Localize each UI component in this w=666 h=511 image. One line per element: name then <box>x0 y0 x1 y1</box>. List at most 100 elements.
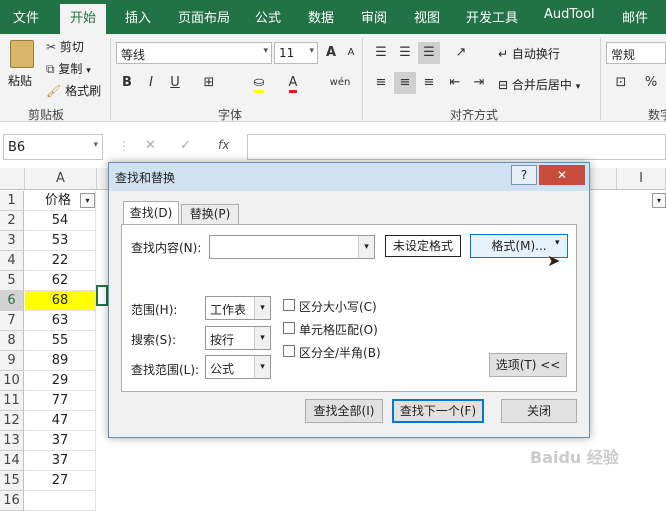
select-all-corner[interactable] <box>0 168 25 190</box>
format-dropdown-icon[interactable]: ▾ <box>555 238 560 248</box>
tab-developer[interactable]: 开发工具 <box>466 7 518 26</box>
table-cell[interactable]: 29 <box>25 371 96 391</box>
enter-icon[interactable]: ✓ <box>180 138 191 153</box>
table-cell[interactable]: 47 <box>25 411 96 431</box>
format-painter-button[interactable]: 🖌 格式刷 <box>46 82 101 99</box>
tab-insert[interactable]: 插入 <box>125 7 151 26</box>
options-button[interactable]: 选项(T) << <box>489 353 567 377</box>
row-header[interactable]: 6 <box>0 291 24 311</box>
match-case-label[interactable]: 区分大小写(C) <box>299 298 377 315</box>
phonetic-button[interactable]: wén <box>326 72 354 94</box>
row-header[interactable]: 2 <box>0 211 24 231</box>
table-cell[interactable]: 27 <box>25 471 96 491</box>
decrease-indent-button[interactable]: ⇤ <box>444 72 466 94</box>
font-name-combo[interactable]: 等线 ▾ <box>116 42 272 64</box>
table-cell[interactable]: 62 <box>25 271 96 291</box>
row-header[interactable]: 14 <box>0 451 24 471</box>
align-top-button[interactable]: ☰ <box>370 42 392 64</box>
filter-dropdown-icon[interactable]: ▾ <box>80 193 95 208</box>
tab-file[interactable]: 文件 <box>13 7 39 26</box>
copy-button[interactable]: ⧉ 复制 ▾ <box>46 60 91 77</box>
increase-indent-button[interactable]: ⇥ <box>468 72 490 94</box>
filter-dropdown-icon[interactable]: ▾ <box>652 193 666 208</box>
tab-home[interactable]: 开始 <box>60 4 107 34</box>
row-header[interactable]: 16 <box>0 491 24 511</box>
match-width-label[interactable]: 区分全/半角(B) <box>299 344 381 361</box>
table-cell[interactable]: 77 <box>25 391 96 411</box>
find-what-input[interactable]: ▾ <box>209 235 375 259</box>
font-size-combo[interactable]: 11 ▾ <box>274 42 318 64</box>
row-header[interactable]: 8 <box>0 331 24 351</box>
table-cell[interactable]: 54 <box>25 211 96 231</box>
currency-button[interactable]: ⊡ <box>610 72 632 94</box>
close-dialog-button[interactable]: 关闭 <box>501 399 577 423</box>
match-cell-label[interactable]: 单元格匹配(O) <box>299 321 378 338</box>
name-box[interactable]: B6 ▾ <box>3 134 103 160</box>
table-cell[interactable] <box>25 491 96 511</box>
row-header[interactable]: 10 <box>0 371 24 391</box>
align-bottom-button[interactable]: ☰ <box>418 42 440 64</box>
table-cell[interactable]: 22 <box>25 251 96 271</box>
tab-view[interactable]: 视图 <box>414 7 440 26</box>
grow-font-button[interactable]: A <box>320 42 342 64</box>
row-header[interactable]: 7 <box>0 311 24 331</box>
scope-select[interactable]: 工作表 ▾ <box>205 296 271 320</box>
insert-function-icon[interactable]: fx <box>218 138 229 152</box>
align-right-button[interactable]: ≡ <box>418 72 440 94</box>
table-cell[interactable]: 89 <box>25 351 96 371</box>
table-cell[interactable]: 53 <box>25 231 96 251</box>
align-left-button[interactable]: ≡ <box>370 72 392 94</box>
tab-review[interactable]: 审阅 <box>361 7 387 26</box>
match-case-checkbox[interactable] <box>283 299 295 311</box>
search-order-select[interactable]: 按行 ▾ <box>205 326 271 350</box>
column-header-a[interactable]: A <box>25 168 97 190</box>
row-header[interactable]: 12 <box>0 411 24 431</box>
italic-button[interactable]: I <box>140 72 162 94</box>
match-cell-checkbox[interactable] <box>283 322 295 334</box>
wrap-text-button[interactable]: ↵ 自动换行 <box>498 45 560 62</box>
fill-color-button[interactable]: ⛀ <box>248 72 270 94</box>
underline-button[interactable]: U <box>164 72 186 94</box>
percent-button[interactable]: % <box>640 72 662 94</box>
align-middle-button[interactable]: ☰ <box>394 42 416 64</box>
tab-mailings[interactable]: 邮件 <box>622 7 648 26</box>
column-header-i[interactable]: I <box>617 168 666 190</box>
find-next-button[interactable]: 查找下一个(F) <box>392 399 484 423</box>
formula-input[interactable] <box>247 134 666 160</box>
table-cell[interactable]: 55 <box>25 331 96 351</box>
cancel-icon[interactable]: ✕ <box>145 138 156 153</box>
font-color-button[interactable]: A <box>282 72 304 94</box>
tab-audtool[interactable]: AudTool <box>544 7 595 22</box>
row-header[interactable]: 4 <box>0 251 24 271</box>
tab-formulas[interactable]: 公式 <box>255 7 281 26</box>
row-header[interactable]: 15 <box>0 471 24 491</box>
borders-button[interactable]: ⊞ <box>198 72 220 94</box>
align-center-button[interactable]: ≡ <box>394 72 416 94</box>
match-width-checkbox[interactable] <box>283 345 295 357</box>
find-all-button[interactable]: 查找全部(I) <box>305 399 383 423</box>
table-cell[interactable]: 37 <box>25 451 96 471</box>
row-header[interactable]: 13 <box>0 431 24 451</box>
tab-find[interactable]: 查找(D) <box>123 201 179 225</box>
active-cell-b6[interactable] <box>96 285 108 306</box>
row-header[interactable]: 5 <box>0 271 24 291</box>
look-in-select[interactable]: 公式 ▾ <box>205 355 271 379</box>
bold-button[interactable]: B <box>116 72 138 94</box>
paste-button[interactable]: 粘贴 <box>6 38 40 100</box>
number-format-combo[interactable]: 常规 <box>606 42 666 64</box>
table-cell[interactable]: 37 <box>25 431 96 451</box>
row-header[interactable]: 1 <box>0 191 24 211</box>
row-header[interactable]: 3 <box>0 231 24 251</box>
tab-replace[interactable]: 替换(P) <box>181 204 239 224</box>
cut-button[interactable]: ✂ 剪切 <box>46 38 84 55</box>
table-cell[interactable]: 63 <box>25 311 96 331</box>
row-header[interactable]: 9 <box>0 351 24 371</box>
tab-data[interactable]: 数据 <box>308 7 334 26</box>
shrink-font-button[interactable]: A <box>340 42 362 64</box>
table-cell[interactable]: 68 <box>25 291 96 311</box>
close-button[interactable]: ✕ <box>539 165 585 185</box>
tab-page-layout[interactable]: 页面布局 <box>178 7 230 26</box>
merge-center-button[interactable]: ⊟ 合并后居中 ▾ <box>498 76 580 93</box>
help-button[interactable]: ? <box>511 165 537 185</box>
orientation-button[interactable]: ↗ <box>450 42 472 64</box>
